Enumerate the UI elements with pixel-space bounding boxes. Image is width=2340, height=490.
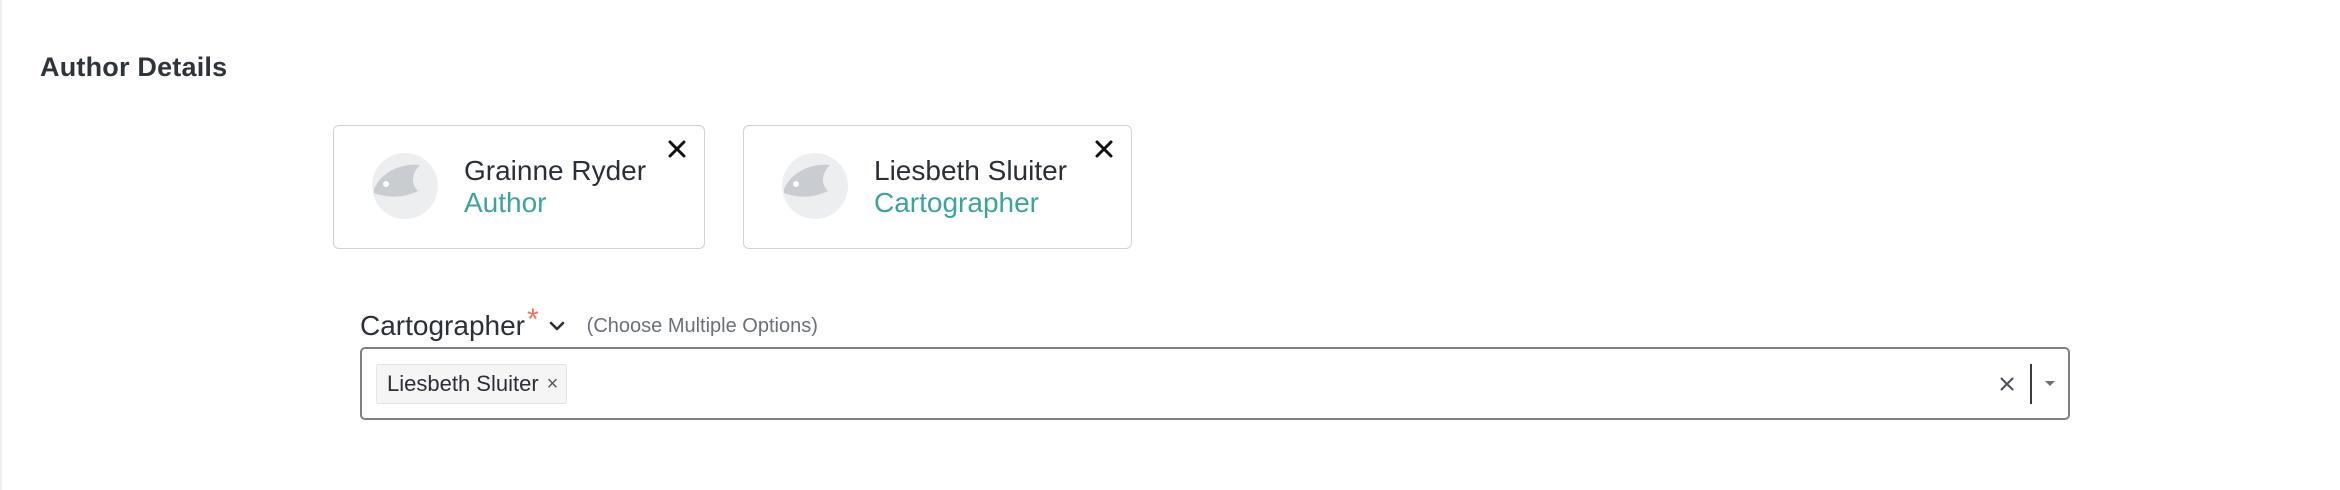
section-title: Author Details <box>40 52 228 82</box>
user-avatar-icon <box>782 153 848 219</box>
author-role: Cartographer <box>874 187 1039 218</box>
selected-tag: Liesbeth Sluiter × <box>376 363 568 404</box>
required-marker: * <box>526 303 539 336</box>
chevron-down-icon[interactable] <box>549 317 567 335</box>
role-field-label-row: Cartographer * (Choose Multiple Options) <box>360 303 818 344</box>
author-name: Liesbeth Sluiter <box>874 155 1068 186</box>
author-role: Author <box>464 187 547 218</box>
role-field-hint: (Choose Multiple Options) <box>586 314 818 337</box>
close-icon[interactable] <box>664 136 690 162</box>
page-edge <box>0 0 2 490</box>
author-card: Grainne Ryder Author <box>333 125 705 249</box>
author-name: Grainne Ryder <box>464 155 647 186</box>
author-card: Liesbeth Sluiter Cartographer <box>743 125 1132 249</box>
role-field-label: Cartographer <box>360 310 525 341</box>
selected-tag-label: Liesbeth Sluiter <box>387 370 539 396</box>
caret-down-icon[interactable] <box>2032 364 2068 404</box>
close-icon[interactable] <box>1091 136 1117 162</box>
clear-icon[interactable] <box>1994 371 2020 397</box>
tag-remove-icon[interactable]: × <box>547 374 559 394</box>
cartographer-multiselect[interactable]: Liesbeth Sluiter × <box>360 347 2070 420</box>
user-avatar-icon <box>372 153 438 219</box>
